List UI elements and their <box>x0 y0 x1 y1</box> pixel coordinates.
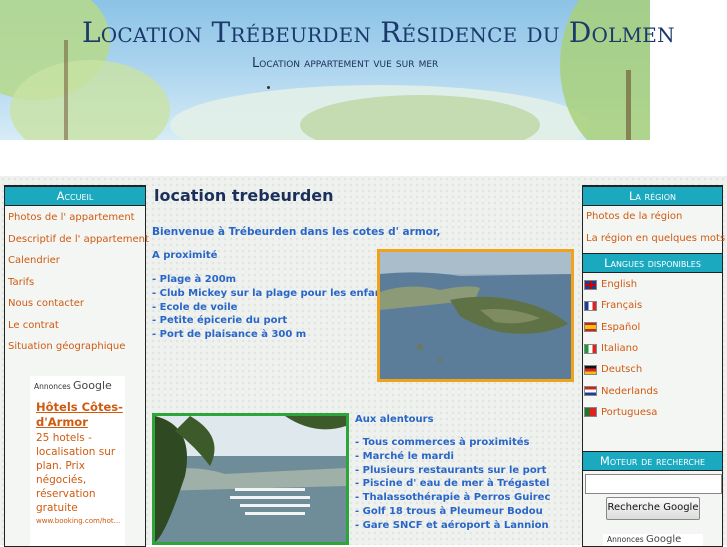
harbour-photo-drawing <box>155 416 346 542</box>
right-sidebar: La région Photos de la région La région … <box>582 185 725 547</box>
welcome-text: Bienvenue à Trébeurden dans les cotes d'… <box>152 226 441 238</box>
region-heading: La région <box>583 186 722 206</box>
nearby-heading: A proximité <box>152 250 218 261</box>
language-label: Italiano <box>601 343 639 355</box>
pt-flag-icon <box>584 407 597 418</box>
nearby-list: - Plage à 200m - Club Mickey sur la plag… <box>152 273 393 342</box>
surroundings-item: - Plusieurs restaurants sur le port <box>355 464 547 476</box>
tree-trunk-left <box>64 40 68 140</box>
left-nav: Photos de l' appartement Descriptif de l… <box>5 206 149 358</box>
left-sidebar: Accueil Photos de l' appartement Descrip… <box>4 185 149 547</box>
uk-flag-icon <box>584 279 597 290</box>
surroundings-list: - Tous commerces à proximités - Marché l… <box>355 436 550 533</box>
language-option-italiano[interactable]: Italiano <box>583 338 722 359</box>
language-list: English Français Español Italiano Deutsc… <box>583 273 722 423</box>
surroundings-item: - Golf 18 trous à Pleumeur Bodou <box>355 505 543 517</box>
language-option-espanol[interactable]: Español <box>583 317 722 338</box>
nav-link-region-mots[interactable]: La région en quelques mots <box>583 228 725 250</box>
surroundings-heading: Aux alentours <box>355 414 434 425</box>
language-option-english[interactable]: English <box>583 274 722 295</box>
nearby-item: - Port de plaisance à 300 m <box>152 329 307 341</box>
tree-trunk-right <box>626 70 631 140</box>
google-logo: Google <box>646 534 682 545</box>
surroundings-item: - Gare SNCF et aéroport à Lannion <box>355 519 549 531</box>
nav-link-contact[interactable]: Nous contacter <box>5 293 145 315</box>
page-title: location trebeurden <box>154 186 334 205</box>
nav-link-photos-appartement[interactable]: Photos de l' appartement <box>5 207 145 229</box>
ad-title-link[interactable]: Hôtels Côtes-d'Armor <box>30 392 125 430</box>
language-label: Français <box>601 300 643 312</box>
aerial-photo-drawing <box>380 252 571 379</box>
nearby-item: - Plage à 200m <box>152 274 237 285</box>
fr-flag-icon <box>584 300 597 311</box>
language-label: Portuguesa <box>601 406 658 418</box>
site-subtitle: Location appartement vue sur mer <box>252 56 439 71</box>
ad-header-label: Annonces <box>607 535 644 544</box>
google-logo: Google <box>73 379 112 392</box>
nav-link-contrat[interactable]: Le contrat <box>5 315 145 337</box>
language-option-nederlands[interactable]: Nederlands <box>583 380 722 401</box>
it-flag-icon <box>584 343 597 354</box>
de-flag-icon <box>584 364 597 375</box>
nav-link-calendrier[interactable]: Calendrier <box>5 250 145 272</box>
google-search-button[interactable]: Recherche Google <box>606 497 700 520</box>
es-flag-icon <box>584 322 597 333</box>
harbour-photo <box>152 413 349 545</box>
languages-heading: Langues disponibles <box>583 253 722 273</box>
search-heading: Moteur de recherche <box>583 451 722 471</box>
language-label: Deutsch <box>601 364 643 376</box>
ad-header: Annonces Google <box>30 376 125 392</box>
language-option-francais[interactable]: Français <box>583 295 722 316</box>
surroundings-item: - Thalassothérapie à Perros Guirec <box>355 492 551 504</box>
nearby-item: - Petite épicerie du port <box>152 315 288 327</box>
surroundings-item: - Marché le mardi <box>355 450 454 462</box>
surroundings-item: - Tous commerces à proximités <box>355 437 530 448</box>
right-ad-header: Annonces Google <box>603 534 703 546</box>
ad-header-label: Annonces <box>34 382 71 391</box>
google-ad-box: Annonces Google Hôtels Côtes-d'Armor 25 … <box>30 376 125 546</box>
search-input[interactable] <box>585 474 722 494</box>
nearby-item: - Ecole de voile <box>152 301 238 313</box>
nl-flag-icon <box>584 386 597 397</box>
language-option-deutsch[interactable]: Deutsch <box>583 359 722 380</box>
language-label: English <box>601 279 638 291</box>
site-title: Location Trébeurden Résidence du Dolmen <box>82 16 675 49</box>
ad-url-link[interactable]: www.booking.com/hot... <box>30 515 125 525</box>
nearby-item: - Club Mickey sur la plage pour les enfa… <box>152 287 393 299</box>
nav-link-photos-region[interactable]: Photos de la région <box>583 206 722 228</box>
language-option-portuguesa[interactable]: Portuguesa <box>583 402 722 423</box>
language-label: Nederlands <box>601 385 659 397</box>
site-header-banner: Location Trébeurden Résidence du Dolmen … <box>0 0 727 140</box>
nav-link-descriptif[interactable]: Descriptif de l' appartement <box>5 229 149 251</box>
nav-link-tarifs[interactable]: Tarifs <box>5 272 145 294</box>
left-sidebar-heading: Accueil <box>5 186 145 206</box>
ad-text: 25 hotels - localisation sur plan. Prix … <box>36 432 116 514</box>
surroundings-item: - Piscine d' eau de mer à Trégastel <box>355 478 550 490</box>
header-dot <box>267 86 270 89</box>
language-label: Español <box>601 321 641 333</box>
nav-link-situation[interactable]: Situation géographique <box>5 336 145 358</box>
aerial-coast-photo <box>377 249 574 382</box>
